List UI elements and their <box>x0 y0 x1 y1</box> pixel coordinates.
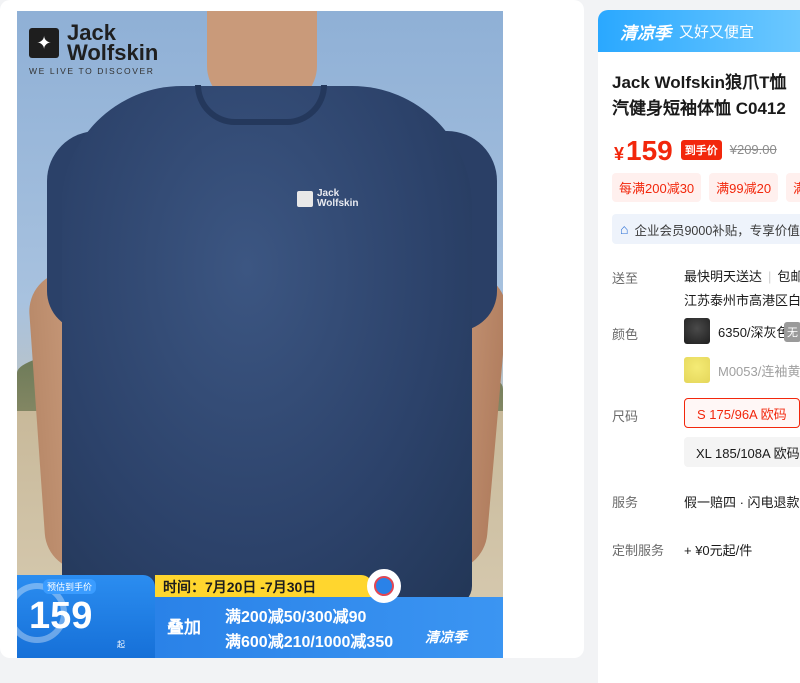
size-option-selected[interactable]: S 175/96A 欧码 <box>684 398 800 428</box>
product-gallery: Jack Wolfskin ✦ Jack Wolfskin WE LIVE TO… <box>0 0 584 658</box>
estimated-price-unit: 起 <box>117 640 125 649</box>
season-badge: 清凉季 <box>425 629 467 645</box>
color-option-label: 6350/深灰色 <box>718 324 790 340</box>
estimated-price-box: 预估到手价 159 起 <box>17 575 155 658</box>
service-label: 服务 <box>612 495 639 510</box>
original-price: ¥209.00 <box>729 142 777 157</box>
out-of-stock-badge: 无 <box>784 322 800 342</box>
deal-line-1: 满200减50/300减90 <box>225 609 367 626</box>
ship-address[interactable]: 江苏泰州市高港区白马 <box>684 290 800 309</box>
product-title-line-2: 汽健身短袖体恤 C0412 <box>612 99 786 118</box>
season-banner[interactable]: 清凉季 又好又便宜 <box>598 10 800 52</box>
ship-free: 包邮 <box>777 269 800 284</box>
color-label: 颜色 <box>612 327 639 342</box>
coupon-item[interactable]: 满99减20 <box>709 173 779 202</box>
service-value[interactable]: 假一赔四 · 闪电退款 <box>684 492 800 511</box>
paw-icon <box>297 191 313 207</box>
brand-name: Jack Wolfskin <box>67 20 159 65</box>
size-label: 尺码 <box>612 409 639 424</box>
deal-line-2: 满600减210/1000减350 <box>225 634 394 651</box>
ship-separator: | <box>768 269 772 284</box>
member-subsidy-text: 企业会员9000补贴，专享价值 <box>634 223 800 238</box>
season-subtitle: 又好又便宜 <box>679 23 755 41</box>
stack-label: 叠加 <box>167 618 201 637</box>
promo-banner: 叠加 满200减50/300减90 满600减210/1000减350 清凉季 … <box>17 569 503 658</box>
color-option[interactable]: 6350/深灰色 <box>684 318 790 344</box>
season-title: 清凉季 <box>620 23 671 43</box>
coupon-item[interactable]: 满 <box>786 173 800 202</box>
coupon-list: 每满200减30 满99减20 满 <box>612 173 800 202</box>
navy-tshirt <box>62 86 472 606</box>
color-option[interactable]: M0053/连袖黄 <box>684 357 800 383</box>
price-value: 159 <box>626 135 673 166</box>
estimated-price: 159 <box>29 595 93 637</box>
size-option[interactable]: XL 185/108A 欧码 <box>684 437 800 467</box>
coupon-item[interactable]: 每满200减30 <box>612 173 702 202</box>
product-title: Jack Wolfskin狼爪T恤 汽健身短袖体恤 C0412 <box>612 70 800 122</box>
product-info-panel: 清凉季 又好又便宜 Jack Wolfskin狼爪T恤 汽健身短袖体恤 C041… <box>598 10 800 683</box>
brand-logo: ✦ Jack Wolfskin <box>29 20 159 65</box>
promo-deals-panel: 叠加 满200减50/300减90 满600减210/1000减350 清凉季 <box>155 597 503 658</box>
member-subsidy-bar[interactable]: ⌂ 企业会员9000补贴，专享价值 <box>612 214 800 244</box>
color-swatch <box>684 357 710 383</box>
color-option-label: M0053/连袖黄 <box>718 363 800 379</box>
custom-service-label: 定制服务 <box>612 543 665 558</box>
promo-time: 时间：7月20日 -7月30日 <box>163 579 317 595</box>
chest-logo-text: Jack Wolfskin <box>317 188 359 209</box>
shirt-collar <box>195 85 327 125</box>
brand-tagline: WE LIVE TO DISCOVER <box>29 66 155 76</box>
enterprise-icon: ⌂ <box>620 221 629 237</box>
price-row: ¥159 到手价 ¥209.00 <box>614 135 777 167</box>
promo-time-bar: 时间：7月20日 -7月30日 <box>155 575 373 597</box>
lifebuoy-icon <box>367 569 401 603</box>
chest-logo: Jack Wolfskin <box>297 189 358 209</box>
product-main-image[interactable]: Jack Wolfskin ✦ Jack Wolfskin WE LIVE TO… <box>17 11 503 658</box>
shipping-info[interactable]: 最快明天送达 | 包邮 <box>684 266 800 285</box>
color-swatch <box>684 318 710 344</box>
estimated-price-label: 预估到手价 <box>43 579 97 594</box>
ship-fast: 最快明天送达 <box>684 269 763 284</box>
ship-label: 送至 <box>612 271 639 286</box>
price-tag: 到手价 <box>680 140 722 160</box>
paw-logo-icon: ✦ <box>29 28 59 58</box>
price-symbol: ¥ <box>614 144 625 164</box>
custom-service-value[interactable]: + ¥0元起/件 <box>684 540 752 559</box>
product-title-line-1: Jack Wolfskin狼爪T恤 <box>612 73 787 92</box>
current-price: ¥159 <box>614 135 673 167</box>
